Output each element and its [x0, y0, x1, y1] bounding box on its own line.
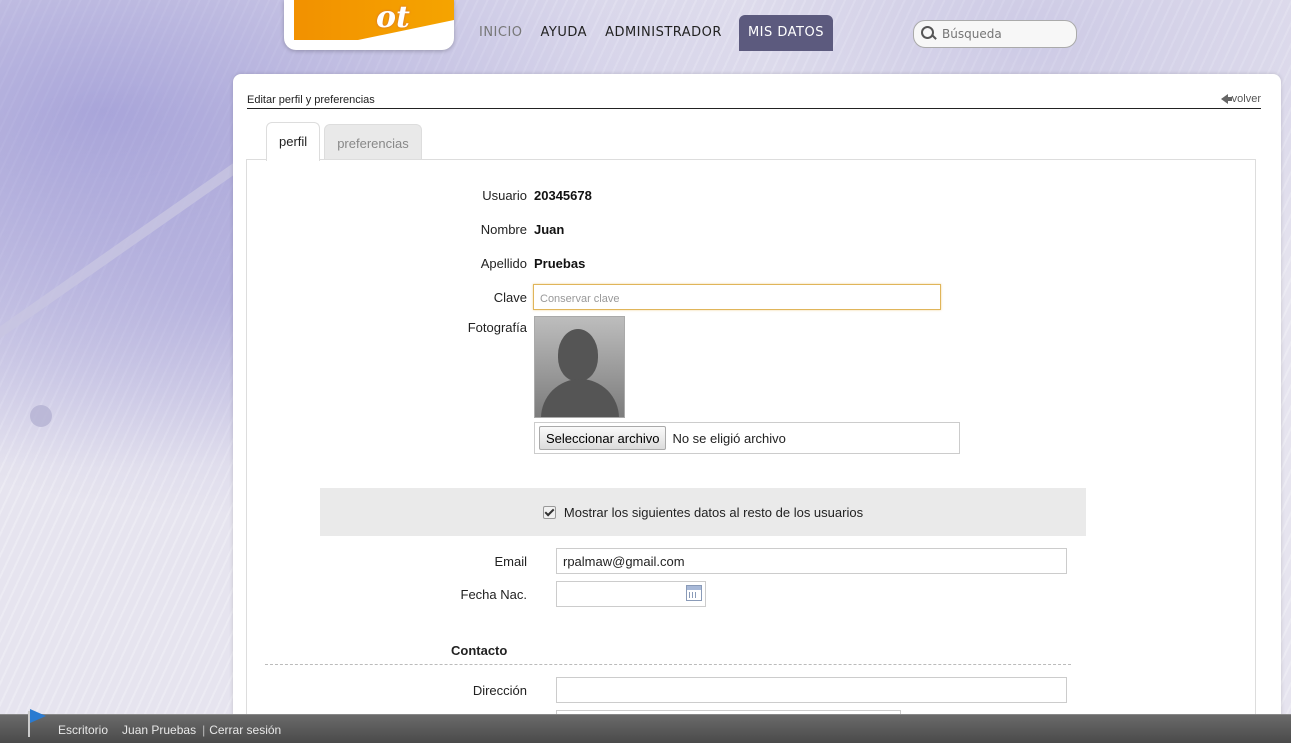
contacto-heading: Contacto: [451, 643, 508, 658]
nav-item-inicio[interactable]: INICIO: [470, 15, 532, 51]
nombre-label: Nombre: [480, 222, 527, 237]
file-upload: Seleccionar archivo No se eligió archivo: [534, 422, 960, 454]
main-nav: INICIO AYUDA ADMINISTRADOR MIS DATOS: [470, 15, 833, 51]
back-link-label: volver: [1231, 93, 1261, 105]
back-link[interactable]: volver: [1220, 93, 1261, 105]
section-divider: [265, 664, 1071, 665]
taskbar-escritorio[interactable]: Escritorio: [58, 723, 108, 737]
share-data-bar: Mostrar los siguientes datos al resto de…: [320, 488, 1086, 536]
fecha-label: Fecha Nac.: [460, 586, 527, 602]
search-input[interactable]: [940, 26, 1069, 42]
clave-label: Clave: [493, 289, 527, 305]
tab-preferencias[interactable]: preferencias: [324, 124, 422, 161]
address-field[interactable]: [556, 677, 1067, 703]
choose-file-button[interactable]: Seleccionar archivo: [539, 426, 667, 450]
page-header: Editar perfil y preferencias volver: [247, 93, 1261, 109]
taskbar-user[interactable]: Juan Pruebas: [122, 723, 196, 737]
direccion-row: Dirección: [427, 677, 1067, 703]
email-row: Email: [427, 548, 1067, 574]
arrow-left-icon: [1220, 94, 1232, 104]
tab-bar: perfil preferencias: [266, 122, 426, 161]
file-status: No se eligió archivo: [672, 430, 786, 446]
nav-item-administrador[interactable]: ADMINISTRADOR: [596, 15, 731, 51]
tab-content: Usuario 20345678 Nombre Juan Apellido Pr…: [246, 159, 1256, 735]
foto-label: Fotografía: [467, 320, 527, 335]
search-box[interactable]: [913, 20, 1077, 48]
share-data-checkbox[interactable]: [542, 505, 556, 519]
avatar-shoulders: [541, 379, 619, 417]
usuario-value: 20345678: [534, 188, 592, 203]
date-picker: [556, 581, 706, 607]
nav-item-ayuda[interactable]: AYUDA: [532, 15, 597, 51]
usuario-label: Usuario: [482, 188, 527, 203]
usuario-row: Usuario 20345678: [427, 188, 592, 203]
nombre-value: Juan: [534, 222, 565, 237]
fecha-row: Fecha Nac.: [427, 581, 706, 607]
apellido-row: Apellido Pruebas: [427, 256, 586, 271]
calendar-icon[interactable]: [686, 585, 702, 601]
taskbar-logout[interactable]: Cerrar sesión: [209, 723, 281, 737]
avatar: [534, 316, 625, 418]
main-panel: Editar perfil y preferencias volver perf…: [233, 74, 1281, 735]
apellido-label: Apellido: [480, 256, 527, 271]
tab-perfil[interactable]: perfil: [266, 122, 321, 161]
share-data-label: Mostrar los siguientes datos al resto de…: [563, 504, 864, 520]
nombre-row: Nombre Juan: [427, 222, 565, 237]
direccion-label: Dirección: [472, 682, 527, 698]
logo-shape: [294, 0, 454, 40]
birthdate-field[interactable]: [556, 581, 706, 607]
logo-mark: ot: [376, 0, 410, 35]
email-label: Email: [494, 553, 527, 569]
apellido-value: Pruebas: [534, 256, 586, 271]
taskbar: Escritorio Juan Pruebas | Cerrar sesión: [0, 709, 1291, 743]
taskbar-items: Escritorio Juan Pruebas | Cerrar sesión: [58, 723, 295, 737]
clave-row: Clave: [427, 284, 941, 310]
flag-icon[interactable]: [24, 709, 50, 739]
avatar-head: [558, 329, 598, 381]
foto-row: Fotografía: [427, 320, 527, 335]
taskbar-separator: |: [202, 723, 206, 737]
background-decoration: [30, 405, 52, 427]
email-field[interactable]: [556, 548, 1067, 574]
search-icon: [920, 25, 938, 43]
page-title: Editar perfil y preferencias: [247, 94, 375, 106]
site-logo[interactable]: ot: [284, 0, 454, 50]
password-field[interactable]: [533, 284, 941, 310]
nav-item-mis-datos[interactable]: MIS DATOS: [738, 15, 833, 51]
